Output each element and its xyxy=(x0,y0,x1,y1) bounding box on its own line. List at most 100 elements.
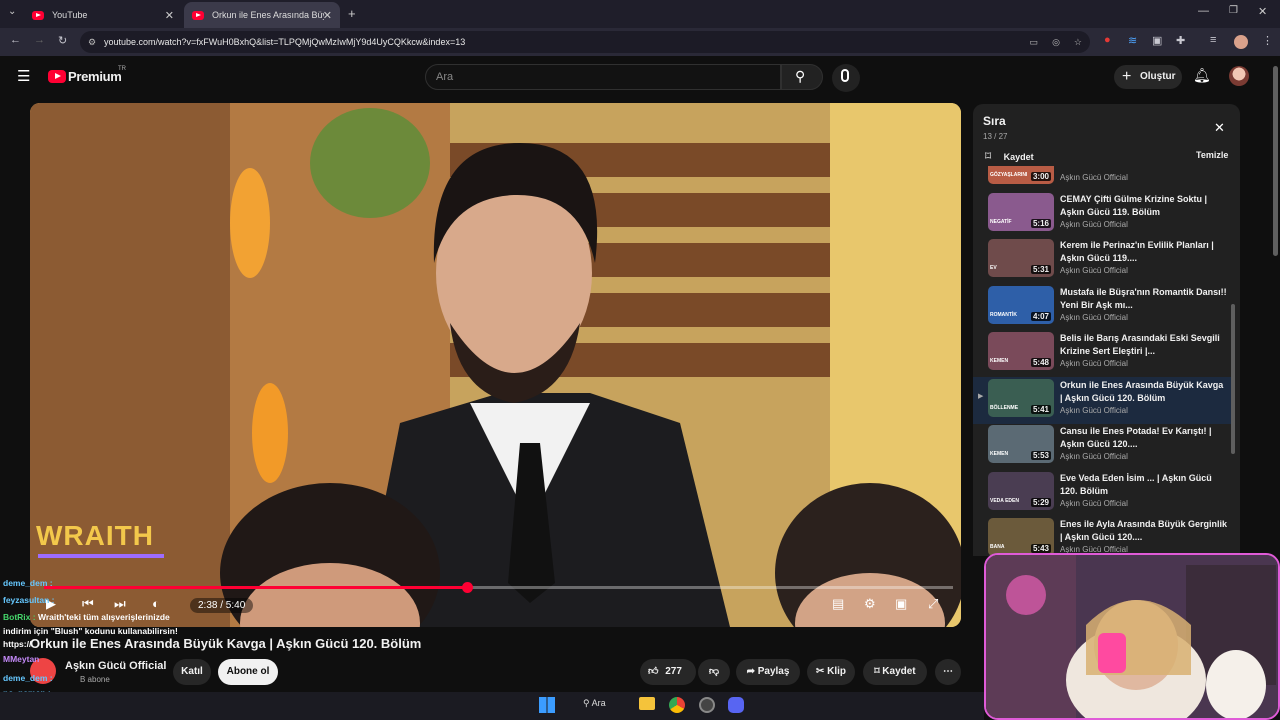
voice-search-button[interactable] xyxy=(832,64,860,92)
miniplayer-icon[interactable]: ▣ xyxy=(895,596,907,612)
progress-scrubber-handle[interactable] xyxy=(461,582,473,593)
tab-active-video[interactable]: Orkun ile Enes Arasında Büyük K ✕ xyxy=(184,2,340,28)
dislike-button[interactable]: 👎︎ xyxy=(698,659,730,685)
share-button[interactable]: ➦ Paylaş xyxy=(736,659,800,685)
video-progress-bar[interactable] xyxy=(44,582,953,593)
queue-list: GÖZYAŞLARINI 3:00 Aşkın Gücü Official NEGAT… xyxy=(973,166,1240,556)
previous-icon[interactable]: ⏮ xyxy=(82,596,94,612)
close-queue-icon[interactable]: ✕ xyxy=(1214,120,1225,136)
reload-icon[interactable]: ↻ xyxy=(58,34,67,47)
queue-panel: Sıra 13 / 27 ✕ ⌑ Kaydet Temizle GÖZYAŞLA… xyxy=(973,104,1240,556)
discord-icon[interactable] xyxy=(728,697,744,713)
queue-position: 13 / 27 xyxy=(983,132,1008,141)
chat-username: MMeytan xyxy=(3,654,40,664)
queue-item[interactable]: NEGATİF 5:16 CEMAY Çifti Gülme Krizine Sok… xyxy=(973,191,1233,238)
queue-item-title: Enes ile Ayla Arasında Büyük Gerginlik |… xyxy=(1060,519,1228,542)
file-explorer-icon[interactable] xyxy=(639,697,655,710)
forward-icon[interactable]: → xyxy=(34,34,45,46)
time-display: 2:38 / 5:40 xyxy=(190,598,254,613)
queue-thumbnail: KEMEN 5:53 xyxy=(988,425,1054,463)
bookmark-star-icon[interactable]: ☆ xyxy=(1074,31,1082,53)
tab-label: YouTube xyxy=(52,10,88,20)
chat-username: deme_dem : xyxy=(3,673,53,683)
queue-item[interactable]: KEMEN 5:53 Cansu ile Enes Potada! Ev Karış… xyxy=(973,423,1233,470)
extension-wave-icon[interactable]: ≋ xyxy=(1128,34,1137,47)
queue-item-channel: Aşkın Gücü Official xyxy=(1060,173,1128,182)
subtitles-icon[interactable]: ▤ xyxy=(832,596,844,612)
fullscreen-icon[interactable]: ⤢ xyxy=(928,596,938,612)
thumbs-down-icon: 👎︎ xyxy=(708,666,720,677)
play-triangle-icon xyxy=(55,73,61,79)
queue-item[interactable]: GÖZYAŞLARINI 3:00 Aşkın Gücü Official xyxy=(973,166,1233,191)
thumbnail-caption: BÖLLENME xyxy=(990,404,1019,411)
hamburger-menu-icon[interactable]: ☰ xyxy=(17,67,30,85)
notifications-bell-icon[interactable]: 🔔︎ xyxy=(1193,67,1211,84)
taskbar-search[interactable]: ⚲ Ara xyxy=(583,698,606,709)
search-button[interactable]: ⚲ xyxy=(781,64,823,90)
progress-played xyxy=(44,586,467,589)
chat-message: https:// xyxy=(3,639,31,649)
queue-item-channel: Aşkın Gücü Official xyxy=(1060,498,1128,508)
search-icon: ⚲ xyxy=(583,698,590,708)
close-tab-icon[interactable]: ✕ xyxy=(165,9,174,22)
extension-red-icon[interactable]: ● xyxy=(1104,34,1111,46)
queue-item[interactable]: VEDA EDEN 5:29 Eve Veda Eden İsim ... | Aş… xyxy=(973,470,1233,517)
channel-name[interactable]: Aşkın Gücü Official xyxy=(65,660,166,672)
more-menu-icon[interactable]: ⋮ xyxy=(1262,34,1273,47)
close-tab-icon[interactable]: ✕ xyxy=(323,9,332,22)
tab-search-icon[interactable]: ⌄ xyxy=(8,6,16,17)
like-button[interactable]: 👍︎ 277 xyxy=(640,659,696,685)
minimize-icon[interactable]: — xyxy=(1198,5,1209,17)
new-tab-icon[interactable]: + xyxy=(348,6,356,21)
queue-item[interactable]: EV 5:31 Kerem ile Perinaz'ın Evlilik Planl… xyxy=(973,237,1233,284)
save-button[interactable]: ⌑ Kaydet xyxy=(863,659,927,685)
settings-gear-icon[interactable]: ⚙ xyxy=(864,596,876,612)
browser-toolbar: ← → ↻ ⚙ youtube.com/watch?v=fxFWuH0BxhQ&… xyxy=(0,28,1280,56)
clip-button[interactable]: ✂ Klip xyxy=(807,659,855,685)
webcam-feed xyxy=(986,555,1278,718)
eye-off-icon[interactable]: ◎ xyxy=(1052,31,1060,53)
cast-icon[interactable]: ▭ xyxy=(1029,31,1038,53)
subscribe-button[interactable]: Abone ol xyxy=(218,659,278,685)
extension-shield-icon[interactable]: ▣ xyxy=(1152,34,1162,47)
media-list-icon[interactable]: ≡ xyxy=(1210,34,1216,46)
save-queue-button[interactable]: ⌑ Kaydet xyxy=(985,147,1034,163)
address-bar[interactable]: ⚙ youtube.com/watch?v=fxFWuH0BxhQ&list=T… xyxy=(80,31,1090,53)
extensions-puzzle-icon[interactable]: ✚ xyxy=(1176,34,1185,47)
bookmark-icon: ⌑ xyxy=(985,149,992,163)
clear-queue-button[interactable]: Temizle xyxy=(1196,150,1228,160)
page-scrollbar-thumb[interactable] xyxy=(1273,66,1278,256)
join-button[interactable]: Katıl xyxy=(173,659,211,685)
queue-item-title: Kerem ile Perinaz'ın Evlilik Planları | … xyxy=(1060,240,1214,263)
windows-start-icon[interactable] xyxy=(539,697,555,713)
restore-icon[interactable]: ❐ xyxy=(1229,5,1238,16)
queue-item-current[interactable]: ▶ BÖLLENME 5:41 Orkun ile Enes Arasında Büy… xyxy=(973,376,1233,424)
account-avatar[interactable] xyxy=(1229,66,1249,86)
queue-item[interactable]: BANA 5:43 Enes ile Ayla Arasında Büyük Ger… xyxy=(973,516,1233,556)
next-icon[interactable]: ⏭ xyxy=(114,596,126,612)
app-icon[interactable] xyxy=(699,697,715,713)
queue-item[interactable]: KEMEN 5:48 Belis ile Barış Arasındaki Eski… xyxy=(973,330,1233,377)
chrome-icon[interactable] xyxy=(669,697,685,713)
video-player[interactable]: WRAITH xyxy=(30,103,961,627)
queue-thumbnail: BANA 5:43 xyxy=(988,518,1054,556)
tab-youtube[interactable]: YouTube ✕ xyxy=(24,2,182,28)
volume-icon[interactable]: ◐ xyxy=(152,596,160,611)
queue-item-channel: Aşkın Gücü Official xyxy=(1060,452,1128,461)
profile-avatar[interactable] xyxy=(1234,35,1248,49)
search-input[interactable]: Ara xyxy=(425,64,781,90)
create-button[interactable]: + Oluştur xyxy=(1114,65,1182,89)
subscriber-count: B abone xyxy=(80,675,110,684)
more-actions-button[interactable]: ⋯ xyxy=(935,659,961,685)
back-icon[interactable]: ← xyxy=(10,34,21,46)
tab-label: Orkun ile Enes Arasında Büyük K xyxy=(212,10,324,20)
microphone-icon xyxy=(841,69,849,82)
chat-username: BotRix : xyxy=(3,612,36,622)
search-icon: ⚲ xyxy=(795,68,806,84)
region-code: TR xyxy=(118,66,126,72)
queue-item[interactable]: ROMANTİK 4:07 Mustafa ile Büşra'nın Romant… xyxy=(973,284,1233,331)
close-window-icon[interactable]: ✕ xyxy=(1258,5,1267,18)
queue-scrollbar[interactable] xyxy=(1231,304,1235,454)
queue-item-title: Orkun ile Enes Arasında Büyük Kavga | Aş… xyxy=(1060,379,1224,403)
site-info-icon[interactable]: ⚙ xyxy=(88,31,96,53)
